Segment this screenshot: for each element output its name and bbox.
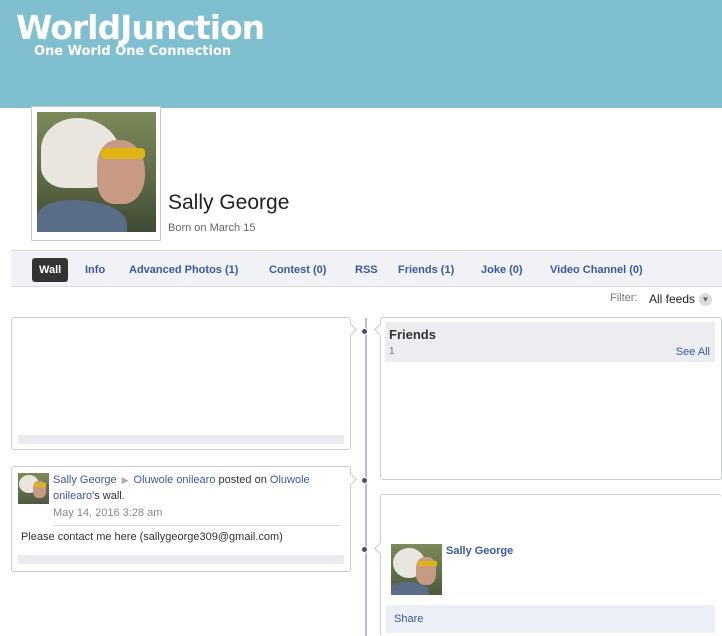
friends-header: Friends 1 See All [385,322,715,362]
share-link[interactable]: Share [394,613,423,625]
site-logo[interactable]: WorldJunction [16,8,265,47]
friends-title: Friends [389,327,436,342]
friend-avatar[interactable] [391,544,442,595]
filter-select[interactable]: All feeds [649,292,695,306]
post-timestamp: May 14, 2016 3:28 am [53,507,163,519]
post-action-text: posted on [218,474,267,486]
timeline-dot [361,477,368,484]
post-body: Please contact me here (sallygeorge309@g… [21,531,283,543]
profile-birthday: Born on March 15 [168,222,256,234]
friends-count: 1 [389,346,395,357]
site-header: WorldJunction One World One Connection [0,0,722,108]
timeline-dot [361,546,368,553]
tab-info[interactable]: Info [78,258,112,282]
tab-advanced-photos[interactable]: Advanced Photos (1) [122,258,245,282]
post-author-link[interactable]: Sally George [53,474,117,486]
empty-wall-card [11,317,351,450]
site-tagline: One World One Connection [34,44,232,59]
tab-rss[interactable]: RSS [348,258,385,282]
share-bar: Share [386,605,715,633]
friends-card: Friends 1 See All [380,317,722,480]
wall-post-card: Sally George ▶ Oluwole onilearo posted on … [11,466,351,572]
tab-wall[interactable]: Wall [32,258,69,282]
filter-label: Filter: [610,292,638,304]
profile-tab-bar: Wall Info Advanced Photos (1) Contest (0… [11,250,722,287]
post-target-link[interactable]: Oluwole onilearo [134,474,216,486]
tab-contest[interactable]: Contest (0) [262,258,333,282]
post-author-avatar[interactable] [18,473,49,504]
see-all-link[interactable]: See All [676,346,710,358]
card-footer-strip [18,555,344,564]
post-divider [53,525,341,526]
tab-friends[interactable]: Friends (1) [391,258,461,282]
friend-name-link[interactable]: Sally George [446,545,513,557]
arrow-right-icon: ▶ [121,475,129,485]
chevron-down-icon[interactable]: ▼ [699,293,712,306]
card-footer-strip [18,435,344,444]
wall-suffix-text: 's wall. [92,490,125,502]
tab-joke[interactable]: Joke (0) [474,258,530,282]
profile-photo [37,112,156,232]
profile-picture[interactable] [31,106,161,241]
post-header-text: Sally George ▶ Oluwole onilearo posted on … [53,472,333,504]
profile-name: Sally George [168,191,290,214]
tab-video-channel[interactable]: Video Channel (0) [543,258,650,282]
timeline-dot [361,328,368,335]
